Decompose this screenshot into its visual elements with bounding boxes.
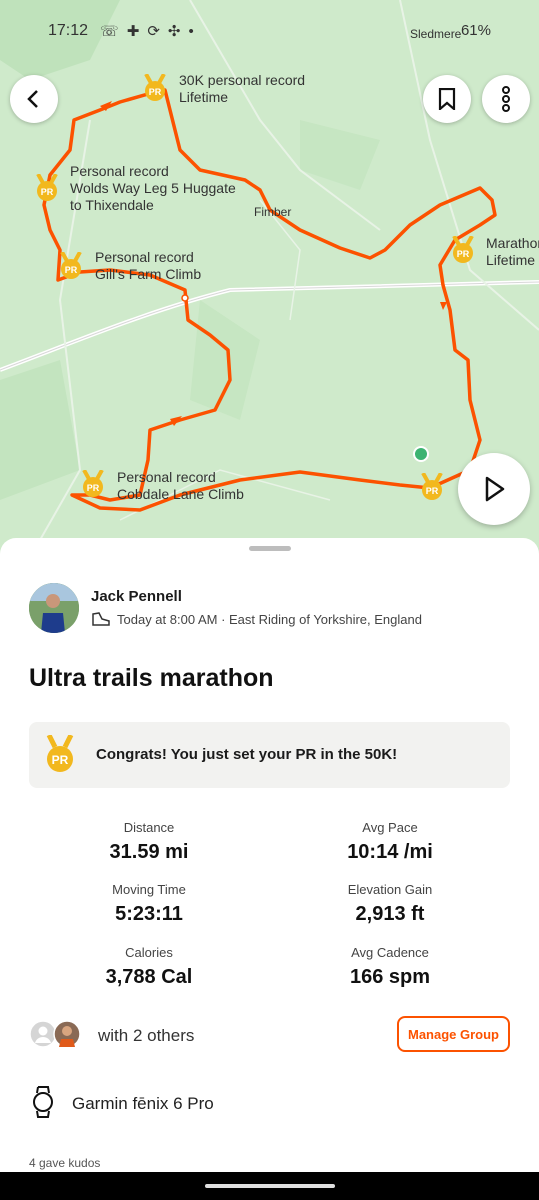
save-route-button[interactable] [423,75,471,123]
status-time: 17:12 [48,22,89,39]
shoe-icon [92,612,110,626]
stat-avg-cadence: Avg Cadence 166 spm [270,945,510,989]
battery-level: 61% [460,22,491,39]
pr-label-title: Personal record [117,469,216,485]
play-icon [485,476,505,502]
stat-value: 31.59 mi [109,841,189,863]
pr-medal-icon[interactable]: PR [419,473,445,501]
stat-avg-pace: Avg Pace 10:14 /mi [270,820,510,864]
more-options-button[interactable] [482,75,530,123]
athlete-name[interactable]: Jack Pennell [91,588,182,605]
sheet-drag-handle[interactable] [249,546,291,551]
pr-medal-icon[interactable]: PR [58,252,84,280]
stat-label: Avg Cadence [351,945,429,960]
group-avatars[interactable] [29,1020,83,1048]
stat-label: Distance [123,820,175,835]
svg-text:PR: PR [426,486,439,496]
pr-label-subtitle: Wolds Way Leg 5 Huggate [70,180,236,196]
activity-meta: Today at 8:00 AM · East Riding of Yorksh… [91,611,422,627]
flyover-play-button[interactable] [458,453,530,525]
svg-text:PR: PR [149,87,162,97]
svg-text:PR: PR [87,483,100,493]
stat-elevation-gain: Elevation Gain 2,913 ft [270,882,510,926]
kudos-count[interactable]: 4 gave kudos [29,1156,100,1170]
activity-title: Ultra trails marathon [29,664,274,692]
athlete-avatar[interactable] [29,583,79,633]
device-name: Garmin fēnix 6 Pro [72,1094,214,1113]
stat-label: Calories [125,945,173,960]
pr-label-marathon: Marathon Lifetime [486,235,539,269]
stat-label: Moving Time [112,882,186,897]
activity-time-location: Today at 8:00 AM · East Riding of Yorksh… [117,611,422,627]
stat-distance: Distance 31.59 mi [29,820,269,864]
stat-moving-time: Moving Time 5:23:11 [29,882,269,926]
manage-group-button[interactable]: Manage Group [397,1016,510,1052]
pr-medal-icon[interactable]: PR [34,174,60,202]
pr-label-wolds-way: Personal record Wolds Way Leg 5 Huggate … [70,163,236,214]
pr-medal-icon[interactable]: PR [142,74,168,102]
bookmark-icon [438,88,456,110]
stat-value: 5:23:11 [115,903,183,925]
svg-text:PR: PR [457,249,470,259]
pr-medal-icon[interactable]: PR [80,470,106,498]
pr-label-title: Marathon [486,235,539,251]
stat-value: 166 spm [349,966,431,988]
home-gesture-bar[interactable] [205,1184,335,1188]
pr-label-30k: 30K personal record Lifetime [179,72,305,106]
pr-label-subtitle: Lifetime [179,89,229,105]
pr-label-subtitle: Cobdale Lane Climb [117,486,244,502]
stat-label: Avg Pace [362,820,418,835]
pr-congrats-banner[interactable]: PR Congrats! You just set your PR in the… [29,722,510,788]
group-others-text[interactable]: with 2 others [98,1026,194,1046]
pr-medal-icon[interactable]: PR [450,236,476,264]
stat-calories: Calories 3,788 Cal [29,945,269,989]
system-nav-bar [0,1172,539,1200]
pr-label-gills-farm: Personal record Gill's Farm Climb [95,249,201,283]
pr-label-cobdale: Personal record Cobdale Lane Climb [117,469,244,503]
pr-label-subtitle: to Thixendale [70,197,154,213]
back-arrow-icon [27,90,38,108]
group-row: with 2 others Manage Group [29,1016,510,1056]
pr-label-subtitle: Lifetime [486,252,536,268]
back-button[interactable] [10,75,58,123]
notification-icons: ☏✚⟳✣• [100,23,202,40]
watch-icon [33,1086,53,1118]
stat-value: 10:14 /mi [347,841,433,863]
svg-text:PR: PR [52,753,69,767]
congrats-text: Congrats! You just set your PR in the 50… [96,746,398,763]
stat-label: Elevation Gain [347,882,433,897]
more-vertical-icon [502,86,510,112]
stat-value: 3,788 Cal [105,966,193,988]
activity-sheet: Jack Pennell Today at 8:00 AM · East Rid… [0,538,539,1200]
svg-text:PR: PR [41,187,54,197]
status-bar: 17:12 ☏✚⟳✣• 61% [0,0,539,60]
pr-label-title: Personal record [95,249,194,265]
pr-label-title: 30K personal record [179,72,306,88]
stat-value: 2,913 ft [355,903,425,925]
pr-medal-icon: PR [46,735,74,772]
pr-label-title: Personal record [70,163,169,179]
pr-label-subtitle: Gill's Farm Climb [95,266,202,282]
place-label-fimber: Fimber [254,205,292,219]
svg-text:PR: PR [65,265,78,275]
